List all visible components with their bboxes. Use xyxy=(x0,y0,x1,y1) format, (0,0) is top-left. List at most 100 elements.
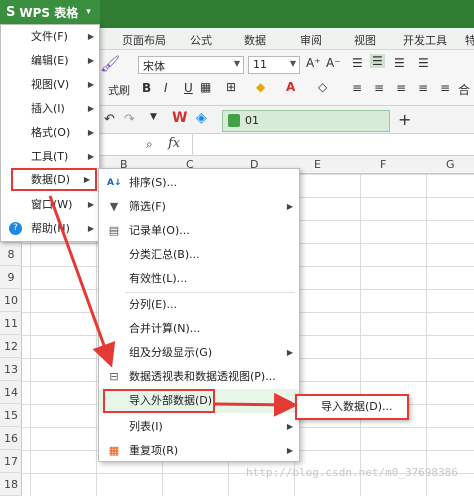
menu-item-data[interactable]: 数据(D) ▶ xyxy=(11,168,97,191)
align-right-icon[interactable]: ≡ xyxy=(396,81,406,95)
menu-item-list[interactable]: 列表(I) ▶ xyxy=(99,415,299,439)
tab-data[interactable]: 数据 xyxy=(244,32,266,48)
menu-item-record-form[interactable]: ▤ 记录单(O)... xyxy=(99,219,299,243)
merge-label[interactable]: 合 xyxy=(458,81,470,98)
row-header[interactable]: 12 xyxy=(0,335,22,358)
align-center-icon[interactable]: ≡ xyxy=(374,81,384,95)
font-name-value: 宋体 xyxy=(143,60,165,73)
row-header[interactable]: 10 xyxy=(0,289,22,312)
menu-item-window[interactable]: 窗口(W) ▶ xyxy=(1,193,99,216)
document-tab[interactable]: 01 xyxy=(222,110,390,132)
eraser-icon[interactable]: ◇ xyxy=(318,80,327,94)
watermark: http://blog.csdn.net/m0_37698386 xyxy=(246,466,458,479)
undo-icon[interactable]: ↶ xyxy=(104,112,115,127)
menu-item-sort[interactable]: A↓ 排序(S)... xyxy=(99,171,299,195)
wps-red-logo-icon[interactable]: W xyxy=(172,110,187,126)
menu-item-tools[interactable]: 工具(T) ▶ xyxy=(1,145,99,168)
add-tab-button[interactable]: + xyxy=(398,110,411,129)
bold-button[interactable]: B xyxy=(142,81,151,95)
menu-item-file[interactable]: 文件(F) ▶ xyxy=(1,25,99,48)
row-header[interactable]: 17 xyxy=(0,450,22,473)
menu-item-help[interactable]: ? 帮助(H) ▶ xyxy=(1,217,99,240)
redo-icon[interactable]: ↷ xyxy=(124,112,135,127)
border-icon[interactable]: ▦ xyxy=(200,80,211,94)
menu-item-insert[interactable]: 插入(I) ▶ xyxy=(1,97,99,120)
distribute-icon[interactable]: ≡ xyxy=(440,81,450,95)
chevron-right-icon: ▶ xyxy=(87,56,94,65)
chevron-right-icon: ▶ xyxy=(87,128,94,137)
font-name-select[interactable]: 宋体 ▼ xyxy=(138,56,244,74)
row-header[interactable]: 13 xyxy=(0,358,22,381)
menu-item-view[interactable]: 视图(V) ▶ xyxy=(1,73,99,96)
row-header[interactable]: 8 xyxy=(0,243,22,266)
menu-item-import-external[interactable]: 导入外部数据(D) xyxy=(103,389,215,413)
row-header[interactable]: 15 xyxy=(0,404,22,427)
chevron-right-icon: ▶ xyxy=(87,152,94,161)
formula-divider xyxy=(192,134,193,156)
menu-item-consolidate[interactable]: 合并计算(N)... xyxy=(99,317,299,341)
menu-item-label: 文件(F) xyxy=(31,30,68,43)
align-bottom-icon[interactable]: ☰ xyxy=(394,56,405,70)
menu-item-label: 视图(V) xyxy=(31,78,70,91)
underline-button[interactable]: U xyxy=(184,81,193,95)
italic-button[interactable]: I xyxy=(164,81,168,95)
align-middle-icon[interactable]: ☰ xyxy=(370,54,385,68)
shrink-font-icon[interactable]: A⁻ xyxy=(326,56,341,70)
menu-item-subtotal[interactable]: 分类汇总(B)... xyxy=(99,243,299,267)
column-header[interactable]: G xyxy=(446,158,455,171)
chevron-right-icon: ▶ xyxy=(87,104,94,113)
menu-item-label: 组及分级显示(G) xyxy=(129,346,213,359)
menu-item-label: 工具(T) xyxy=(31,150,69,163)
search-icon[interactable]: ⌕ xyxy=(146,137,153,152)
menu-item-label: 筛选(F) xyxy=(129,200,166,213)
menu-item-group-outline[interactable]: 组及分级显示(G) ▶ xyxy=(99,341,299,365)
merge-cells-icon[interactable]: ⊞ xyxy=(226,80,236,94)
format-painter-icon[interactable]: 🖌 xyxy=(100,54,120,73)
menu-item-validation[interactable]: 有效性(L)... xyxy=(99,267,299,291)
filter-icon: ▼ xyxy=(109,200,119,213)
cube-icon[interactable]: ◈ xyxy=(196,110,207,126)
tab-view[interactable]: 视图 xyxy=(354,32,376,48)
tab-review[interactable]: 审阅 xyxy=(300,32,322,48)
row-header[interactable]: 11 xyxy=(0,312,22,335)
document-tab-label: 01 xyxy=(245,114,259,127)
menu-item-filter[interactable]: ▼ 筛选(F) ▶ xyxy=(99,195,299,219)
fx-icon[interactable]: fx xyxy=(168,136,180,151)
wrap-text-icon[interactable]: ☰ xyxy=(418,56,429,70)
wps-logo-icon: S xyxy=(6,4,16,20)
font-size-select[interactable]: 11 ▼ xyxy=(248,56,300,74)
chevron-right-icon: ▶ xyxy=(87,32,94,41)
wps-main-menu: 文件(F) ▶ 编辑(E) ▶ 视图(V) ▶ 插入(I) ▶ 格式(O) ▶ 工具(T)… xyxy=(0,24,100,242)
align-left-icon[interactable]: ≡ xyxy=(352,81,362,95)
row-header[interactable]: 14 xyxy=(0,381,22,404)
menu-item-duplicates[interactable]: ▦ 重复项(R) ▶ xyxy=(99,439,299,463)
menu-item-pivot-table[interactable]: ⊟ 数据透视表和数据透视图(P)... xyxy=(99,365,299,389)
row-header[interactable]: 9 xyxy=(0,266,22,289)
font-color-icon[interactable]: A xyxy=(286,80,295,94)
chevron-right-icon: ▶ xyxy=(87,80,94,89)
menu-item-label: 插入(I) xyxy=(31,102,65,115)
chevron-down-icon[interactable]: ▼ xyxy=(150,112,157,122)
tab-page-layout[interactable]: 页面布局 xyxy=(122,32,166,48)
chevron-right-icon: ▶ xyxy=(87,200,94,209)
tab-formulas[interactable]: 公式 xyxy=(190,32,212,48)
grow-font-icon[interactable]: A⁺ xyxy=(306,56,321,70)
fill-color-icon[interactable]: ◆ xyxy=(256,80,265,94)
wps-app-button[interactable]: S WPS 表格 ▾ xyxy=(0,0,100,24)
menu-item-import-data[interactable]: 导入数据(D)... xyxy=(295,394,409,420)
justify-icon[interactable]: ≡ xyxy=(418,81,428,95)
help-icon: ? xyxy=(9,222,22,235)
align-top-icon[interactable]: ☰ xyxy=(352,56,363,70)
menu-item-format[interactable]: 格式(O) ▶ xyxy=(1,121,99,144)
chevron-right-icon: ▶ xyxy=(83,175,90,184)
row-header[interactable]: 16 xyxy=(0,427,22,450)
column-header[interactable]: E xyxy=(314,158,321,171)
column-header[interactable]: F xyxy=(380,158,386,171)
menu-item-label: 分列(E)... xyxy=(129,298,178,311)
menu-item-text-to-columns[interactable]: 分列(E)... xyxy=(99,293,299,317)
tab-special[interactable]: 特 xyxy=(465,32,474,48)
tab-developer[interactable]: 开发工具 xyxy=(403,32,447,48)
row-header[interactable]: 18 xyxy=(0,473,22,496)
menu-item-edit[interactable]: 编辑(E) ▶ xyxy=(1,49,99,72)
chevron-right-icon: ▶ xyxy=(286,422,293,431)
